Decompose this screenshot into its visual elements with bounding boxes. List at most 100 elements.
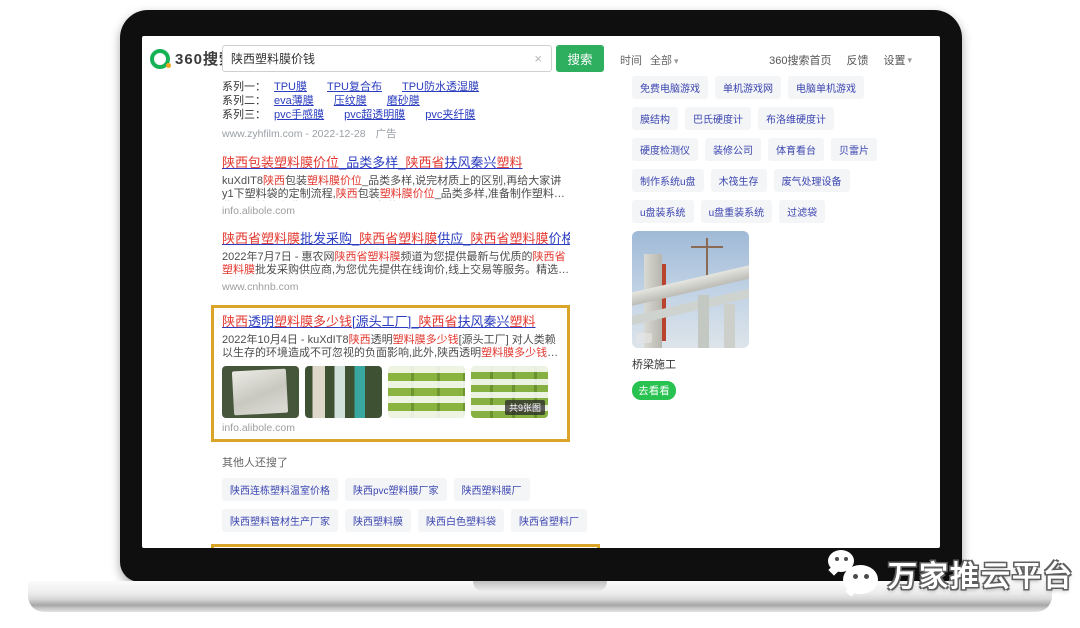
plastic-sheet-photo[interactable]	[222, 366, 299, 418]
sidebar-tag-pill[interactable]: u盘装系统	[632, 200, 694, 223]
sidebar-tag-row: 膜结构巴氏硬度计布洛维硬度计	[632, 107, 940, 130]
text-segment: 陕西省	[405, 155, 444, 170]
green-film-rolls-photo[interactable]	[388, 366, 465, 418]
text-segment: 透明	[248, 314, 274, 329]
standing-film-rolls-photo[interactable]	[305, 366, 382, 418]
ad-link[interactable]: TPU防水透湿膜	[402, 80, 479, 94]
sidebar-tag-pill[interactable]: 电脑单机游戏	[788, 76, 864, 99]
search-box[interactable]: ×	[222, 45, 552, 72]
text-segment: 陕西省塑料膜	[359, 231, 437, 246]
text-segment: 陕西省塑料膜	[334, 251, 400, 263]
clear-search-icon[interactable]: ×	[525, 51, 551, 66]
text-segment: 批发采购供应商,为您优先提供在线询价,线上交易等服务。精选优质的	[222, 264, 569, 277]
ad-series-row: 系列一：TPU膜TPU复合布TPU防水透湿膜	[222, 80, 570, 94]
text-segment: 陕西	[336, 188, 358, 200]
sidebar-tag-row: 制作系统u盘木筏生存废气处理设备	[632, 169, 940, 192]
related-search-pill[interactable]: 陕西连栋塑料温室价格	[222, 478, 338, 501]
bridge-construction-photo[interactable]	[632, 231, 749, 348]
text-segment: 价格_	[549, 231, 570, 246]
sidebar-tag-pill[interactable]: 膜结构	[632, 107, 678, 130]
ad-link[interactable]: TPU复合布	[327, 80, 382, 94]
sidebar-tag-pill[interactable]: 贝雷片	[831, 138, 877, 161]
sidebar-tag-pill[interactable]: 巴氏硬度计	[685, 107, 751, 130]
text-segment: 2022年7月7日 - 惠农网	[222, 251, 334, 263]
ad-link[interactable]: pvc手感膜	[274, 108, 324, 122]
laptop-frame: 360搜索 × 搜索 时间 全部▾ 360搜索首页 反馈 设置▾ 系列一：TPU…	[120, 10, 962, 582]
ad-link[interactable]: 磨砂膜	[387, 94, 420, 108]
ad-url: www.zyhfilm.com - 2022-12-28	[222, 128, 366, 140]
home-link[interactable]: 360搜索首页	[769, 52, 831, 68]
sidebar-tag-pill[interactable]: u盘重装系统	[701, 200, 773, 223]
related-search-pill[interactable]: 陕西白色塑料袋	[418, 509, 504, 532]
related-search-pill[interactable]: 陕西省塑料厂	[511, 509, 587, 532]
ad-link[interactable]: 压纹膜	[334, 94, 367, 108]
sidebar-tag-pill[interactable]: 布洛维硬度计	[758, 107, 834, 130]
results-top-group: 陕西包装塑料膜价位_品类多样_陕西省扶风秦兴塑料kuXdIT8陕西包装塑料膜价位…	[222, 155, 570, 442]
settings-link[interactable]: 设置▾	[883, 52, 912, 68]
ad-link[interactable]: pvc夹纤膜	[425, 108, 475, 122]
text-segment: 塑料	[497, 155, 523, 170]
sidebar-tags: 免费电脑游戏单机游戏网电脑单机游戏膜结构巴氏硬度计布洛维硬度计硬度检测仪装修公司…	[632, 76, 940, 223]
result-source: www.cnhnb.com	[222, 281, 570, 293]
go-see-button[interactable]: 去看看	[632, 381, 676, 400]
text-segment: 陕西省	[419, 314, 458, 329]
text-segment: 供应_	[437, 231, 470, 246]
sidebar-tag-pill[interactable]: 体育看台	[768, 138, 824, 161]
result-title-link[interactable]: 陕西透明塑料膜多少钱[源头工厂]_陕西省扶风秦兴塑料	[222, 314, 559, 330]
ad-link[interactable]: pvc超透明膜	[344, 108, 405, 122]
header-links: 360搜索首页 反馈 设置▾	[769, 52, 912, 68]
sidebar-tag-pill[interactable]: 硬度检测仪	[632, 138, 698, 161]
bridge-pier-3	[724, 304, 735, 348]
time-filter[interactable]: 时间	[620, 52, 642, 68]
feedback-link[interactable]: 反馈	[846, 52, 868, 68]
result-title-link[interactable]: 陕西包装塑料膜价位_品类多样_陕西省扶风秦兴塑料	[222, 155, 570, 171]
sidebar-tag-pill[interactable]: 过滤袋	[779, 200, 825, 223]
result-title-link[interactable]: 陕西省塑料膜批发采购_陕西省塑料膜供应_陕西省塑料膜价格_陕...	[222, 231, 570, 247]
text-segment: 透明	[371, 334, 393, 346]
result-description: 2022年7月7日 - 惠农网陕西省塑料膜频道为您提供最新与优质的陕西省塑料膜批…	[222, 251, 570, 277]
ad-label: 广告	[376, 128, 397, 140]
related-search-row: 陕西塑料管材生产厂家陕西塑料膜陕西白色塑料袋陕西省塑料厂	[222, 509, 570, 532]
text-segment: 塑料膜价位	[307, 175, 362, 187]
related-search-pill[interactable]: 陕西塑料膜厂	[454, 478, 530, 501]
image-card-caption: 桥梁施工	[632, 356, 940, 372]
text-segment: kuXdIT8	[222, 175, 263, 187]
text-segment: 塑料膜多少钱	[481, 347, 558, 359]
text-segment: 陕西省塑料膜	[471, 231, 549, 246]
text-segment: 陕西	[263, 175, 285, 187]
text-segment: 包装	[358, 188, 380, 200]
related-search-pill[interactable]: 陕西塑料膜	[345, 509, 411, 532]
ad-series-row: 系列三：pvc手感膜pvc超透明膜pvc夹纤膜	[222, 108, 570, 122]
text-segment: 陕西省塑料膜	[222, 231, 300, 246]
watermark: 万家推云平台	[828, 550, 1074, 598]
related-searches: 其他人还搜了 陕西连栋塑料温室价格陕西pvc塑料膜厂家陕西塑料膜厂陕西塑料管材生…	[222, 454, 570, 532]
sidebar-tag-pill[interactable]: 单机游戏网	[715, 76, 781, 99]
scope-filter[interactable]: 全部▾	[650, 52, 679, 68]
settings-link-label: 设置	[883, 52, 905, 68]
sidebar-tag-pill[interactable]: 免费电脑游戏	[632, 76, 708, 99]
result-thumbnails: 共9张图	[222, 366, 559, 418]
text-segment: 2022年10月4日 - kuXdIT8	[222, 334, 349, 346]
green-film-rolls-photo-2[interactable]: 共9张图	[471, 366, 548, 418]
sidebar-tag-pill[interactable]: 制作系统u盘	[632, 169, 704, 192]
search-button[interactable]: 搜索	[556, 45, 604, 72]
ad-link[interactable]: eva薄膜	[274, 94, 314, 108]
ad-link[interactable]: TPU膜	[274, 80, 307, 94]
related-search-pill[interactable]: 陕西塑料管材生产厂家	[222, 509, 338, 532]
sidebar-tag-pill[interactable]: 废气处理设备	[774, 169, 850, 192]
result-source: info.alibole.com	[222, 422, 559, 434]
related-search-pill[interactable]: 陕西pvc塑料膜厂家	[345, 478, 447, 501]
ad-series-row: 系列二：eva薄膜压纹膜磨砂膜	[222, 94, 570, 108]
text-segment: 塑料	[510, 314, 536, 329]
bridge-pier-2	[698, 295, 710, 348]
search-input[interactable]	[223, 52, 525, 66]
sidebar-tag-row: 免费电脑游戏单机游戏网电脑单机游戏	[632, 76, 940, 99]
sidebar-tag-pill[interactable]: 木筏生存	[711, 169, 767, 192]
sidebar-tag-pill[interactable]: 装修公司	[705, 138, 761, 161]
chevron-down-icon: ▾	[674, 56, 679, 66]
text-segment: 塑料膜价位	[380, 188, 435, 200]
results-column: 系列一：TPU膜TPU复合布TPU防水透湿膜系列二：eva薄膜压纹膜磨砂膜系列三…	[222, 80, 570, 548]
photo-corner-tag	[636, 333, 652, 343]
scope-filter-label: 全部	[650, 55, 672, 67]
text-segment: 陕西	[222, 314, 248, 329]
